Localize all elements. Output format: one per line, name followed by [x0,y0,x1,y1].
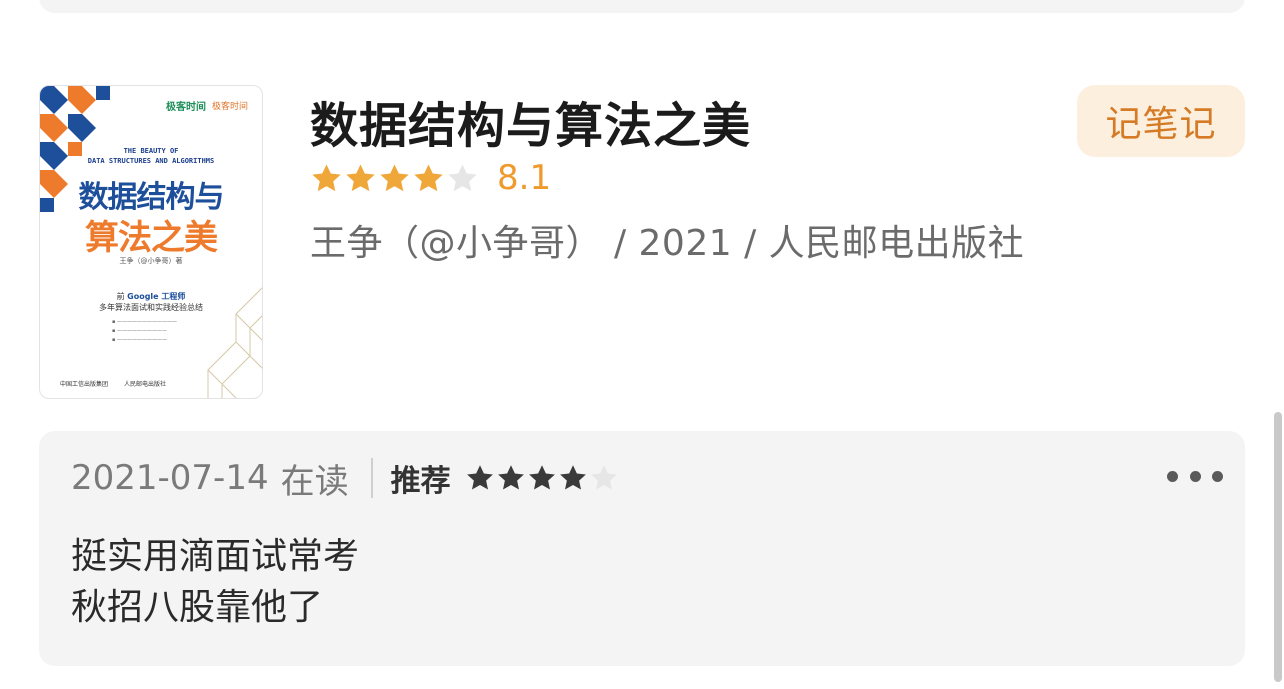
book-rating: 8.1 [310,158,551,198]
cover-logo-b: 极客时间 [211,102,248,112]
reading-status: 在读 [280,461,349,502]
book-title: 数据结构与算法之美 [310,98,752,154]
review-header: 2021-07-14 在读 推荐 [71,453,619,503]
star-filled-icon [559,465,586,490]
more-dot [1189,470,1201,482]
previous-card [39,0,1245,13]
cover-rec-line2: 多年算法面试和实践经验总结 [99,303,203,312]
cover-logos: 极客时间 极客时间 [166,98,248,113]
cover-rec-prefix: 前 [116,292,125,301]
cover-title-line2: 算法之美 [85,218,218,258]
more-options-icon[interactable] [1167,461,1223,491]
star-empty-icon [590,465,617,490]
take-note-button[interactable]: 记笔记 [1077,85,1245,157]
cover-publishers: 中国工信出版集团 人民邮电出版社 [60,379,166,388]
review-text: 挺实用滴面试常考 秋招八股靠他了 [71,531,359,633]
more-dot [1167,470,1178,482]
header-divider [370,458,373,498]
book-detail-page: 极客时间 极客时间 THE BEAUTY OF DATA STRUCTURES … [0,0,1284,689]
review-line: 挺实用滴面试常考 [71,536,360,577]
cover-author: 王争（@小争哥）著 [119,257,183,265]
cover-rec-highlight: Google 工程师 [127,292,186,301]
review-line: 秋招八股靠他了 [71,587,324,628]
star-filled-icon [312,163,341,191]
cover-publisher-a: 中国工信出版集团 [60,381,109,388]
star-filled-icon [466,465,493,490]
scrollbar[interactable] [1274,412,1282,682]
book-meta[interactable]: 王争（@小争哥） / 2021 / 人民邮电出版社 [310,214,1024,266]
cover-logo-a: 极客时间 [165,102,206,113]
recommend-label: 推荐 [390,464,451,499]
book-score: 8.1 [497,158,552,198]
review-date: 2021-07-14 [71,458,269,498]
star-filled-icon [346,163,375,191]
star-filled-icon [528,465,555,490]
my-review-card[interactable]: 2021-07-14 在读 推荐 挺实用滴面试常考 秋招八股靠他了 [39,431,1245,666]
cover-english-title: THE BEAUTY OF DATA STRUCTURES AND ALGORI… [87,147,215,165]
star-filled-icon [414,163,443,191]
book-rating-stars [310,162,479,195]
star-empty-icon [448,163,477,191]
star-filled-icon [380,163,409,191]
cover-publisher-b: 人民邮电出版社 [124,381,167,388]
star-filled-icon [497,465,524,490]
book-cover[interactable]: 极客时间 极客时间 THE BEAUTY OF DATA STRUCTURES … [39,85,263,399]
review-rating-stars [465,463,619,493]
more-dot [1212,470,1223,482]
cover-recommendation: 前 Google 工程师 多年算法面试和实践经验总结 [40,291,262,313]
cover-bullets: ▪ ———————————— ▪ —————————— ▪ —————————— [112,319,177,343]
